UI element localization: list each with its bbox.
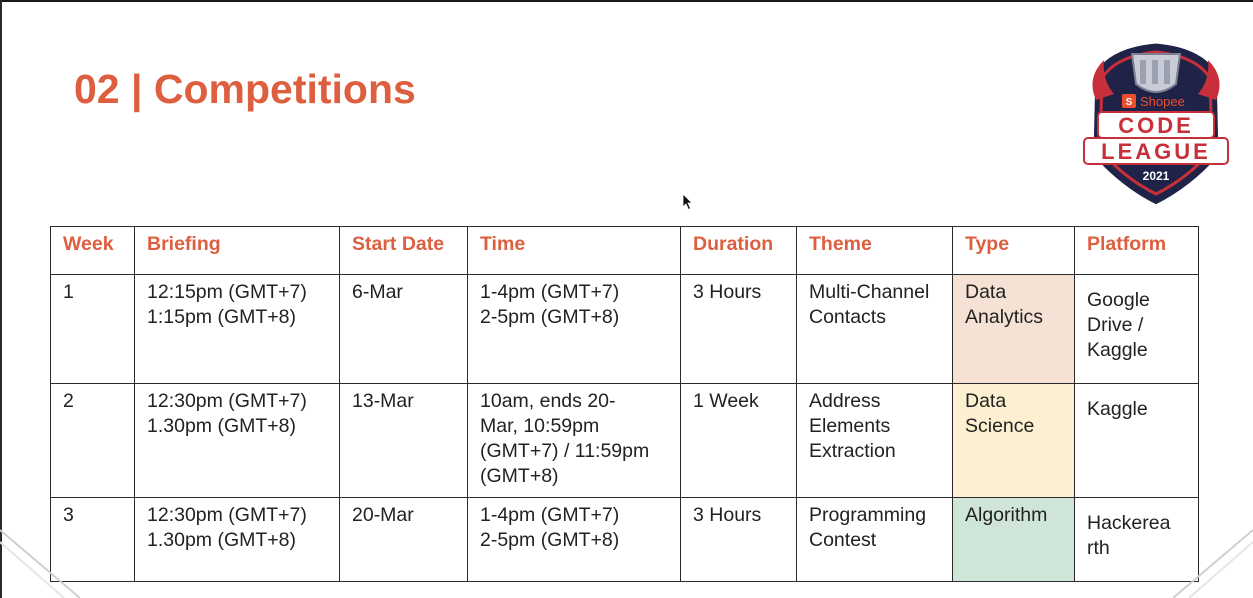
cell-platform: Google Drive / Kaggle — [1074, 274, 1199, 384]
cell-duration: 1 Week — [680, 383, 797, 498]
type-line: Analytics — [965, 306, 1044, 328]
mouse-cursor-icon — [682, 193, 693, 211]
theme-line: Elements — [809, 415, 891, 437]
header-briefing: Briefing — [134, 226, 340, 275]
platform-line: Kaggle — [1087, 339, 1148, 361]
briefing-line: 12:30pm (GMT+7) — [147, 504, 307, 526]
cell-time: 1-4pm (GMT+7) 2-5pm (GMT+8) — [467, 274, 681, 384]
header-start-date: Start Date — [339, 226, 468, 275]
header-duration: Duration — [680, 226, 797, 275]
cell-start-date: 20-Mar — [339, 497, 468, 582]
cell-duration: 3 Hours — [680, 274, 797, 384]
time-line: 2-5pm (GMT+8) — [480, 306, 620, 328]
theme-line: Address — [809, 390, 881, 412]
cell-briefing: 12:30pm (GMT+7) 1.30pm (GMT+8) — [134, 383, 340, 498]
briefing-line: 1:15pm (GMT+8) — [147, 306, 297, 328]
slide: 02 | Competitions S Shopee CODE LEAGUE 2… — [0, 0, 1253, 598]
cell-theme: Programming Contest — [796, 497, 953, 582]
theme-line: Multi-Channel — [809, 281, 930, 303]
type-line: Data — [965, 390, 1007, 412]
time-line: 1-4pm (GMT+7) — [480, 504, 620, 526]
time-line: 2-5pm (GMT+8) — [480, 529, 620, 551]
table-header-row: Week Briefing Start Date Time Duration T… — [50, 226, 1199, 275]
theme-line: Extraction — [809, 440, 896, 462]
cell-start-date: 6-Mar — [339, 274, 468, 384]
shopee-code-league-logo: S Shopee CODE LEAGUE 2021 — [1083, 40, 1229, 208]
logo-brand-text: Shopee — [1140, 94, 1185, 109]
slide-title: 02 | Competitions — [74, 66, 416, 112]
cell-duration: 3 Hours — [680, 497, 797, 582]
platform-line: Drive / — [1087, 314, 1144, 336]
platform-line: rth — [1087, 537, 1110, 559]
platform-line: Hackerea — [1087, 512, 1171, 534]
time-line: 1-4pm (GMT+7) — [480, 281, 620, 303]
cell-type: Data Science — [952, 383, 1075, 498]
time-line: Mar, 10:59pm — [480, 415, 600, 437]
header-time: Time — [467, 226, 681, 275]
header-platform: Platform — [1074, 226, 1199, 275]
header-theme: Theme — [796, 226, 953, 275]
cell-week: 2 — [50, 383, 135, 498]
cell-week: 1 — [50, 274, 135, 384]
time-line: (GMT+8) — [480, 465, 559, 487]
theme-line: Contest — [809, 529, 877, 551]
cell-type: Data Analytics — [952, 274, 1075, 384]
type-line: Data — [965, 281, 1007, 303]
type-line: Science — [965, 415, 1035, 437]
logo-league-text: LEAGUE — [1101, 139, 1211, 164]
briefing-line: 1.30pm (GMT+8) — [147, 529, 297, 551]
table-row: 1 12:15pm (GMT+7) 1:15pm (GMT+8) 6-Mar 1… — [50, 274, 1199, 384]
cell-time: 1-4pm (GMT+7) 2-5pm (GMT+8) — [467, 497, 681, 582]
cell-start-date: 13-Mar — [339, 383, 468, 498]
logo-code-text: CODE — [1118, 113, 1194, 138]
logo-year-text: 2021 — [1143, 169, 1170, 183]
competitions-table: Week Briefing Start Date Time Duration T… — [50, 226, 1199, 582]
platform-line: Kaggle — [1087, 398, 1148, 420]
theme-line: Contacts — [809, 306, 886, 328]
platform-line: Google — [1087, 289, 1150, 311]
left-border — [0, 0, 2, 598]
cell-theme: Address Elements Extraction — [796, 383, 953, 498]
table-row: 3 12:30pm (GMT+7) 1.30pm (GMT+8) 20-Mar … — [50, 497, 1199, 582]
corner-decoration-right — [1173, 529, 1253, 598]
cell-briefing: 12:30pm (GMT+7) 1.30pm (GMT+8) — [134, 497, 340, 582]
header-type: Type — [952, 226, 1075, 275]
table-row: 2 12:30pm (GMT+7) 1.30pm (GMT+8) 13-Mar … — [50, 383, 1199, 498]
corner-decoration-left — [0, 529, 80, 598]
time-line: 10am, ends 20- — [480, 390, 616, 412]
briefing-line: 1.30pm (GMT+8) — [147, 415, 297, 437]
cell-platform: Kaggle — [1074, 383, 1199, 498]
time-line: (GMT+7) / 11:59pm — [480, 440, 650, 462]
top-border — [0, 0, 1253, 2]
theme-line: Programming — [809, 504, 927, 526]
svg-text:S: S — [1126, 97, 1133, 108]
header-week: Week — [50, 226, 135, 275]
cell-theme: Multi-Channel Contacts — [796, 274, 953, 384]
briefing-line: 12:30pm (GMT+7) — [147, 390, 307, 412]
cell-briefing: 12:15pm (GMT+7) 1:15pm (GMT+8) — [134, 274, 340, 384]
cell-time: 10am, ends 20- Mar, 10:59pm (GMT+7) / 11… — [467, 383, 681, 498]
type-line: Algorithm — [965, 504, 1048, 526]
briefing-line: 12:15pm (GMT+7) — [147, 281, 307, 303]
cell-type: Algorithm — [952, 497, 1075, 582]
